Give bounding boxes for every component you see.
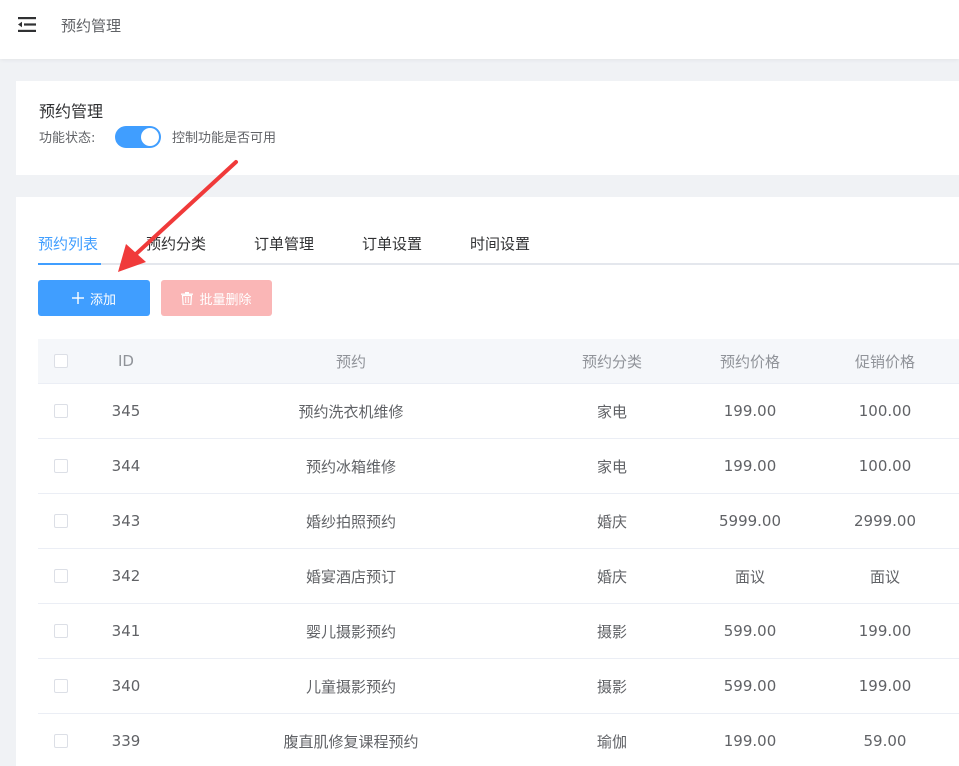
menu-fold-icon[interactable] <box>18 17 36 32</box>
table-row: 345 预约洗衣机维修 家电 199.00 100.00 <box>38 384 959 439</box>
batch-delete-button[interactable]: 批量删除 <box>161 280 272 316</box>
row-checkbox-cell <box>38 604 84 658</box>
row-promo-price: 2999.00 <box>853 512 917 530</box>
add-button[interactable]: 添加 <box>38 280 150 316</box>
row-category: 婚庆 <box>596 567 627 586</box>
row-checkbox[interactable] <box>54 679 68 693</box>
row-promo-price: 100.00 <box>858 457 912 475</box>
tab-time-settings[interactable]: 时间设置 <box>470 233 530 254</box>
row-id: 345 <box>111 402 141 420</box>
row-checkbox-cell <box>38 494 84 548</box>
trash-icon <box>181 291 194 305</box>
booking-table: ID 预约 预约分类 预约价格 促销价格 345 预约洗衣机维修 家电 199.… <box>38 339 959 766</box>
active-tab-indicator <box>38 263 101 265</box>
row-id: 342 <box>111 567 141 585</box>
row-checkbox-cell <box>38 659 84 713</box>
switch-knob <box>141 128 159 146</box>
feature-status-card: 预约管理 功能状态: 控制功能是否可用 <box>16 81 959 175</box>
row-checkbox[interactable] <box>54 404 68 418</box>
row-name: 婚纱拍照预约 <box>305 512 396 531</box>
row-checkbox-cell <box>38 439 84 493</box>
row-checkbox[interactable] <box>54 624 68 638</box>
feature-toggle-switch[interactable] <box>115 126 161 148</box>
add-button-label: 添加 <box>89 292 116 308</box>
row-name: 预约洗衣机维修 <box>298 402 404 421</box>
row-promo-price: 100.00 <box>858 402 912 420</box>
row-category: 摄影 <box>596 622 627 641</box>
row-promo-price: 199.00 <box>858 622 912 640</box>
row-category: 摄影 <box>596 677 627 696</box>
row-id: 344 <box>111 457 141 475</box>
top-bar: 预约管理 <box>0 0 959 59</box>
row-price: 199.00 <box>723 732 777 750</box>
tab-order-settings[interactable]: 订单设置 <box>362 233 422 254</box>
column-header-name: 预约 <box>335 352 366 371</box>
row-name: 预约冰箱维修 <box>305 457 396 476</box>
status-label: 功能状态: <box>39 131 96 146</box>
table-row: 339 腹直肌修复课程预约 瑜伽 199.00 59.00 <box>38 714 959 766</box>
row-name: 腹直肌修复课程预约 <box>283 732 419 751</box>
tab-booking-list[interactable]: 预约列表 <box>38 233 98 254</box>
tab-bar: 预约列表 预约分类 订单管理 订单设置 时间设置 <box>38 227 959 265</box>
select-all-cell <box>38 339 84 383</box>
row-checkbox[interactable] <box>54 734 68 748</box>
table-row: 344 预约冰箱维修 家电 199.00 100.00 <box>38 439 959 494</box>
row-id: 341 <box>111 622 141 640</box>
breadcrumb-title: 预约管理 <box>61 17 122 35</box>
column-header-category: 预约分类 <box>581 352 642 371</box>
row-name: 婚宴酒店预订 <box>305 567 396 586</box>
plus-icon <box>71 292 84 304</box>
row-name: 婴儿摄影预约 <box>305 622 396 641</box>
status-description: 控制功能是否可用 <box>172 131 277 146</box>
row-promo-price: 面议 <box>869 567 900 586</box>
row-price: 面议 <box>734 567 765 586</box>
row-price: 599.00 <box>723 677 777 695</box>
row-price: 199.00 <box>723 402 777 420</box>
list-card: 预约列表 预约分类 订单管理 订单设置 时间设置 添加 批量删除 ID 预约 预… <box>16 197 959 766</box>
row-promo-price: 199.00 <box>858 677 912 695</box>
row-promo-price: 59.00 <box>863 732 907 750</box>
row-category: 家电 <box>596 457 627 476</box>
batch-delete-label: 批量删除 <box>199 292 252 308</box>
select-all-checkbox[interactable] <box>54 354 68 368</box>
row-checkbox[interactable] <box>54 459 68 473</box>
row-price: 5999.00 <box>718 512 782 530</box>
row-price: 199.00 <box>723 457 777 475</box>
row-checkbox-cell <box>38 714 84 766</box>
row-name: 儿童摄影预约 <box>305 677 396 696</box>
table-row: 340 儿童摄影预约 摄影 599.00 199.00 <box>38 659 959 714</box>
row-id: 340 <box>111 677 141 695</box>
tab-order-management[interactable]: 订单管理 <box>254 233 314 254</box>
table-header: ID 预约 预约分类 预约价格 促销价格 <box>38 339 959 384</box>
row-checkbox-cell <box>38 384 84 438</box>
row-checkbox-cell <box>38 549 84 603</box>
table-row: 341 婴儿摄影预约 摄影 599.00 199.00 <box>38 604 959 659</box>
row-category: 家电 <box>596 402 627 421</box>
row-price: 599.00 <box>723 622 777 640</box>
feature-title: 预约管理 <box>39 102 104 121</box>
column-header-promo-price: 促销价格 <box>854 352 915 371</box>
column-header-price: 预约价格 <box>719 352 780 371</box>
tab-booking-category[interactable]: 预约分类 <box>146 233 206 254</box>
table-row: 343 婚纱拍照预约 婚庆 5999.00 2999.00 <box>38 494 959 549</box>
column-header-id: ID <box>118 352 134 370</box>
table-row: 342 婚宴酒店预订 婚庆 面议 面议 <box>38 549 959 604</box>
row-id: 343 <box>111 512 141 530</box>
row-id: 339 <box>111 732 141 750</box>
row-category: 婚庆 <box>596 512 627 531</box>
row-checkbox[interactable] <box>54 569 68 583</box>
row-checkbox[interactable] <box>54 514 68 528</box>
row-category: 瑜伽 <box>596 732 627 751</box>
